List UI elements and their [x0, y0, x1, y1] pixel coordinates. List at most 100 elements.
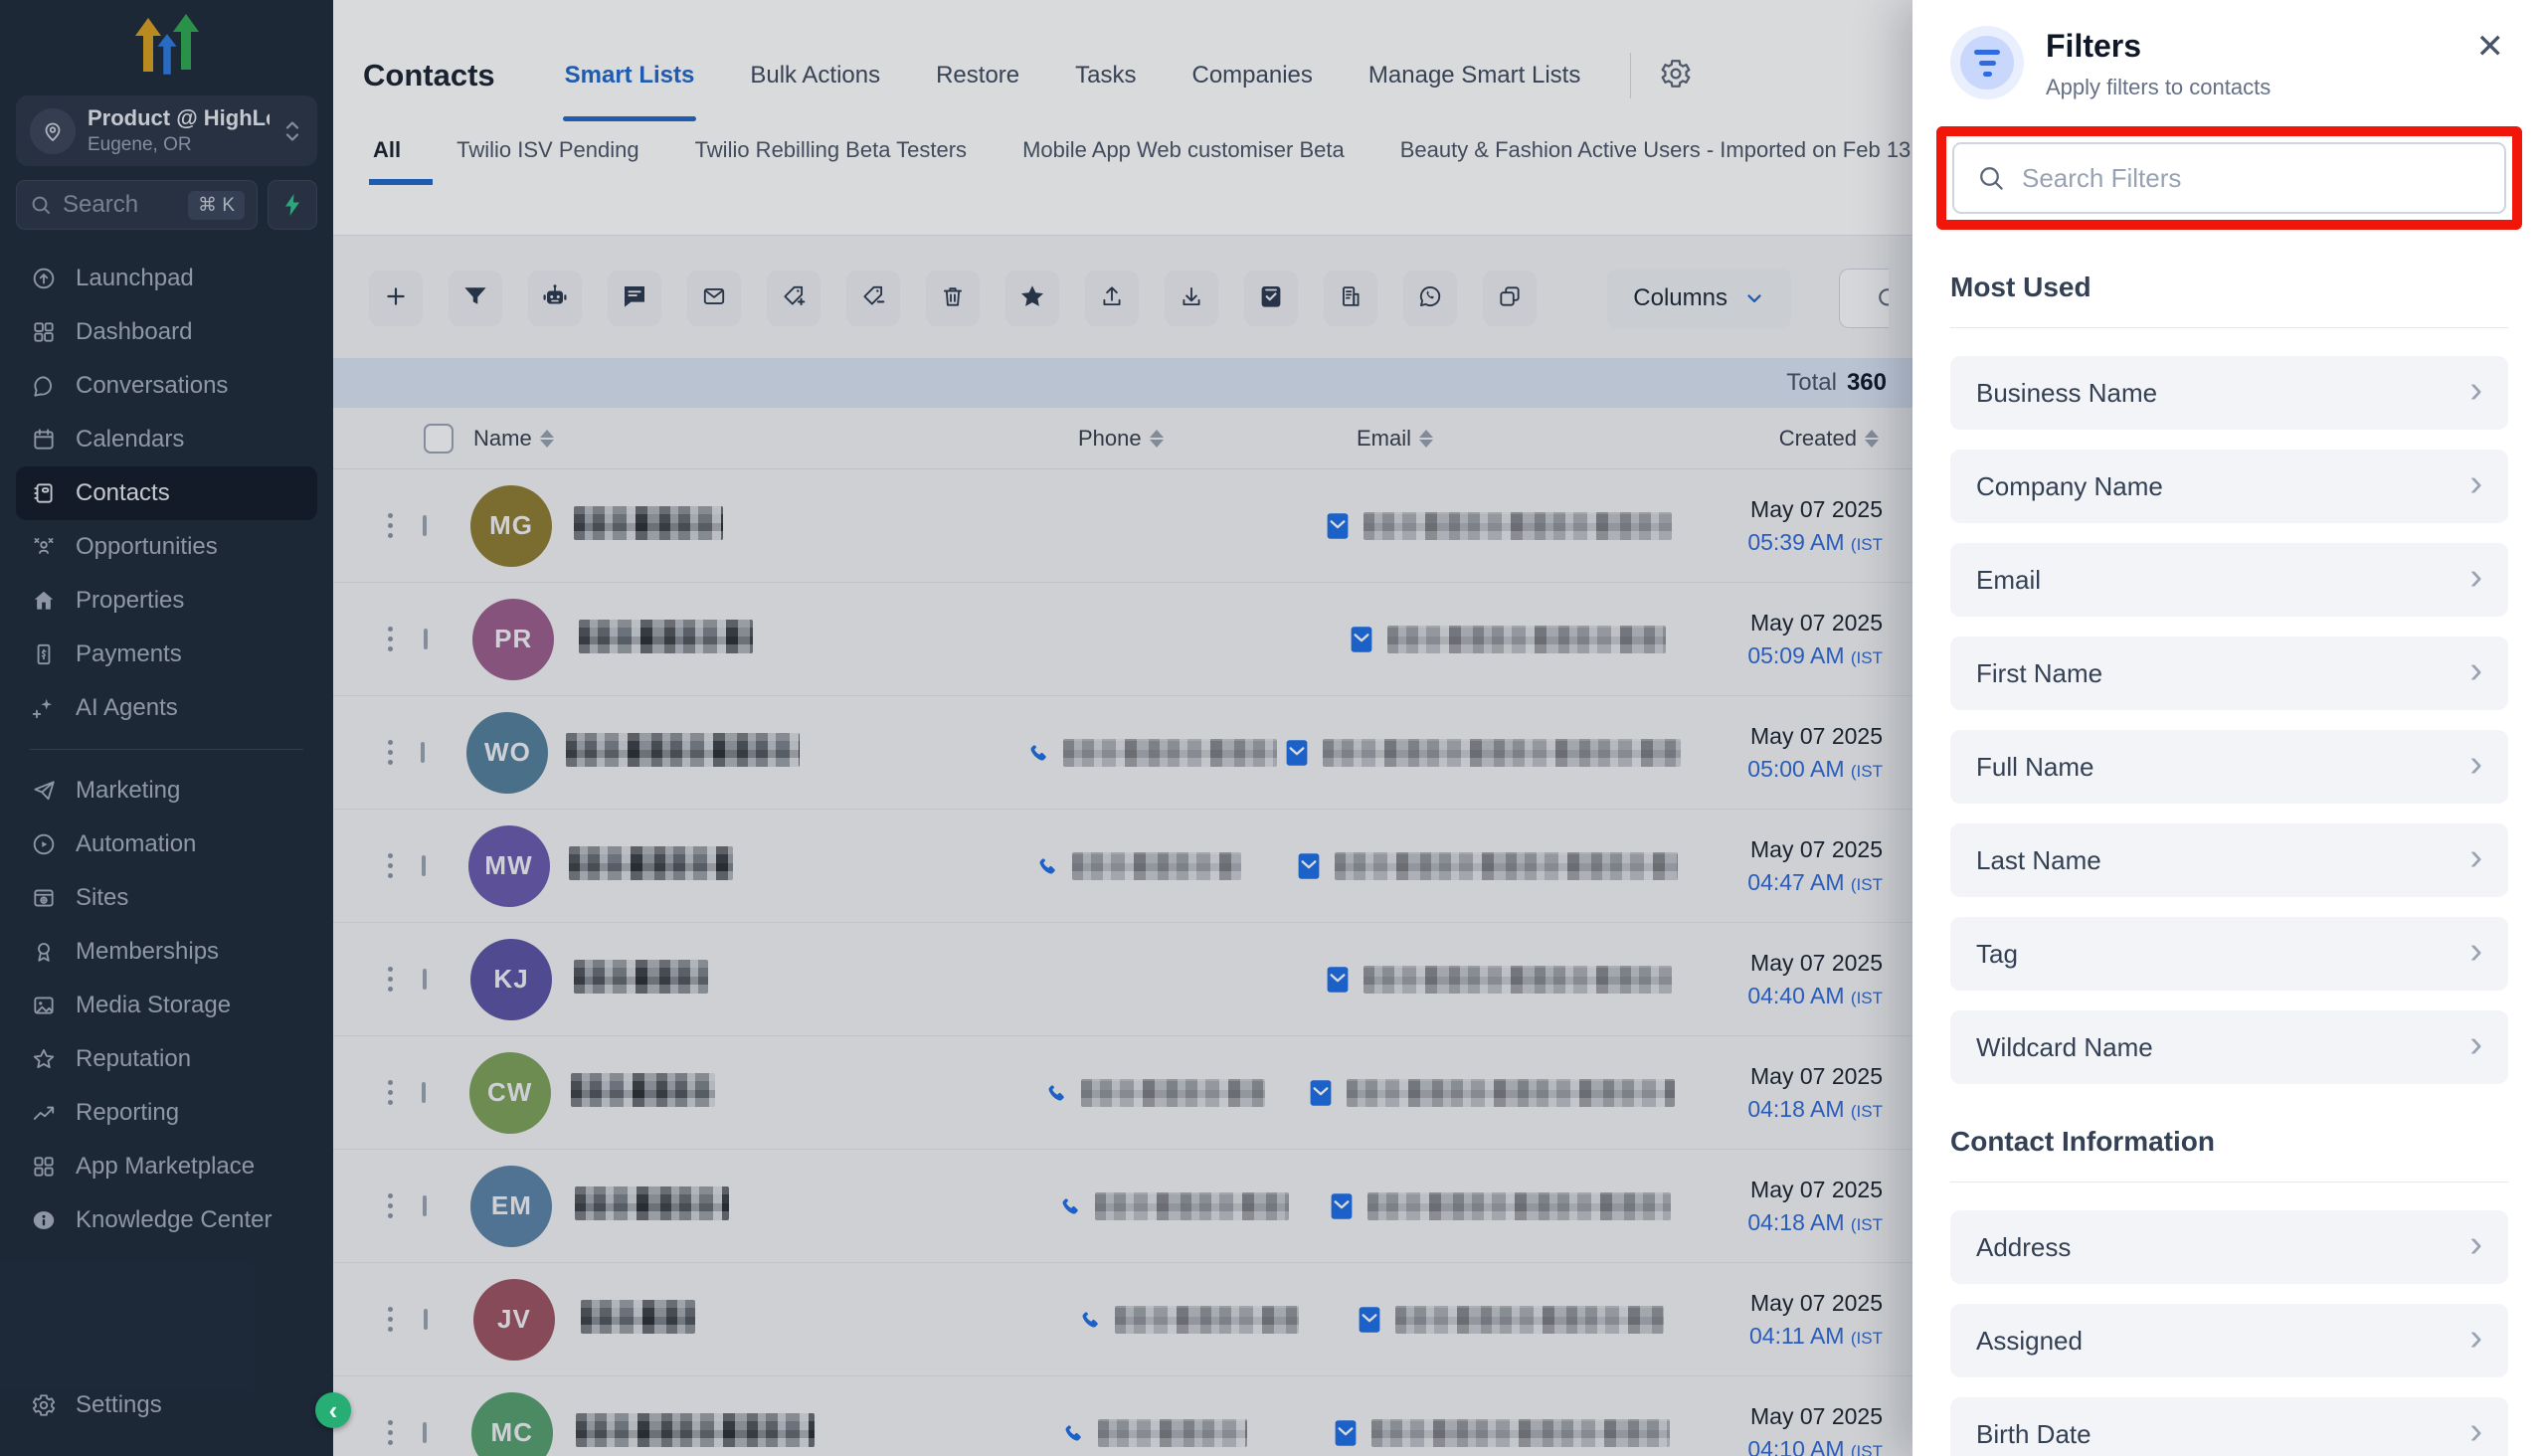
column-header-phone[interactable]: Phone — [1078, 426, 1142, 452]
whatsapp-button[interactable] — [1403, 271, 1457, 326]
row-checkbox[interactable] — [423, 969, 427, 990]
tab-companies[interactable]: Companies — [1190, 48, 1315, 103]
row-menu-icon[interactable] — [388, 967, 423, 992]
sidebar-item-knowledge-center[interactable]: Knowledge Center — [16, 1193, 317, 1247]
sidebar-item-payments[interactable]: Payments — [16, 628, 317, 681]
sidebar-item-reporting[interactable]: Reporting — [16, 1086, 317, 1140]
sort-icon[interactable] — [1150, 430, 1164, 448]
filter-button[interactable] — [449, 271, 502, 326]
row-checkbox[interactable] — [422, 855, 426, 876]
filter-item-business-name[interactable]: Business Name › — [1950, 356, 2508, 430]
sort-icon[interactable] — [540, 430, 554, 448]
row-menu-icon[interactable] — [388, 1420, 423, 1445]
search-contacts-button-partial[interactable] — [1839, 269, 1889, 328]
row-menu-icon[interactable] — [388, 627, 424, 651]
sidebar-item-ai-agents[interactable]: AI Agents — [16, 681, 317, 735]
row-menu-icon[interactable] — [388, 1307, 424, 1332]
filter-item-last-name[interactable]: Last Name › — [1950, 823, 2508, 897]
table-row[interactable]: MG May 07 2025 05:39 AM (IST — [333, 469, 1912, 583]
tab-smart-lists[interactable]: Smart Lists — [563, 48, 697, 103]
ai-bot-button[interactable] — [528, 271, 582, 326]
global-search-input[interactable]: Search ⌘ K — [16, 180, 258, 230]
email-button[interactable] — [687, 271, 741, 326]
add-button[interactable] — [369, 271, 423, 326]
tab-manage-smart-lists[interactable]: Manage Smart Lists — [1366, 48, 1582, 103]
filter-item-birth-date[interactable]: Birth Date › — [1950, 1397, 2508, 1456]
sidebar-item-media-storage[interactable]: Media Storage — [16, 979, 317, 1032]
sidebar-item-app-marketplace[interactable]: App Marketplace — [16, 1140, 317, 1193]
sidebar-item-settings[interactable]: Settings — [16, 1378, 317, 1432]
table-row[interactable]: PR May 07 2025 05:09 AM (IST — [333, 583, 1912, 696]
columns-dropdown[interactable]: Columns — [1607, 269, 1791, 328]
row-checkbox[interactable] — [423, 1195, 427, 1216]
table-row[interactable]: MC May 07 2025 04:10 AM (IST — [333, 1376, 1912, 1456]
merge-button[interactable] — [1483, 271, 1537, 326]
sidebar-item-conversations[interactable]: Conversations — [16, 359, 317, 413]
row-checkbox[interactable] — [421, 742, 425, 763]
sidebar-item-opportunities[interactable]: Opportunities — [16, 520, 317, 574]
row-menu-icon[interactable] — [388, 853, 422, 878]
sidebar-item-calendars[interactable]: Calendars — [16, 413, 317, 466]
filter-item-full-name[interactable]: Full Name › — [1950, 730, 2508, 804]
sort-icon[interactable] — [1419, 430, 1433, 448]
smart-list-tab-2[interactable]: Twilio Rebilling Beta Testers — [695, 137, 968, 185]
tag-add-button[interactable] — [767, 271, 820, 326]
row-menu-icon[interactable] — [388, 1193, 423, 1218]
favorite-button[interactable] — [1005, 271, 1059, 326]
table-row[interactable]: CW May 07 2025 04:18 AM (IST — [333, 1036, 1912, 1150]
smart-list-tab-1[interactable]: Twilio ISV Pending — [456, 137, 638, 185]
filters-search-input[interactable]: Search Filters — [1952, 142, 2506, 214]
table-row[interactable]: EM May 07 2025 04:18 AM (IST — [333, 1150, 1912, 1263]
tab-tasks[interactable]: Tasks — [1073, 48, 1138, 103]
import-button[interactable] — [1165, 271, 1218, 326]
sidebar-item-automation[interactable]: Automation — [16, 818, 317, 871]
filter-item-first-name[interactable]: First Name › — [1950, 637, 2508, 710]
email-verified-button[interactable] — [1244, 271, 1298, 326]
row-menu-icon[interactable] — [388, 740, 421, 765]
smart-list-tab-all[interactable]: All — [373, 137, 401, 185]
sidebar-item-contacts[interactable]: Contacts — [16, 466, 317, 520]
row-checkbox[interactable] — [423, 515, 427, 536]
quick-actions-button[interactable] — [268, 180, 317, 230]
sidebar-collapse-button[interactable]: ‹ — [315, 1392, 351, 1428]
filter-item-assigned[interactable]: Assigned › — [1950, 1304, 2508, 1377]
select-all-checkbox[interactable] — [424, 424, 454, 454]
company-report-button[interactable] — [1324, 271, 1377, 326]
table-row[interactable]: WO May 07 2025 05:00 AM (IST — [333, 696, 1912, 810]
filter-item-wildcard-name[interactable]: Wildcard Name › — [1950, 1010, 2508, 1084]
export-button[interactable] — [1085, 271, 1139, 326]
contacts-settings-button[interactable] — [1659, 57, 1693, 95]
filter-item-email[interactable]: Email › — [1950, 543, 2508, 617]
table-row[interactable]: KJ May 07 2025 04:40 AM (IST — [333, 923, 1912, 1036]
row-checkbox[interactable] — [424, 629, 428, 649]
filter-item-address[interactable]: Address › — [1950, 1210, 2508, 1284]
close-icon[interactable]: ✕ — [2472, 26, 2509, 68]
sidebar-item-dashboard[interactable]: Dashboard — [16, 305, 317, 359]
row-menu-icon[interactable] — [388, 1080, 422, 1105]
tab-restore[interactable]: Restore — [934, 48, 1021, 103]
sidebar-item-reputation[interactable]: Reputation — [16, 1032, 317, 1086]
row-menu-icon[interactable] — [388, 513, 423, 538]
row-checkbox[interactable] — [424, 1309, 428, 1330]
filter-item-tag[interactable]: Tag › — [1950, 917, 2508, 991]
sidebar-item-launchpad[interactable]: Launchpad — [16, 252, 317, 305]
sidebar-item-memberships[interactable]: Memberships — [16, 925, 317, 979]
smart-list-tab-3[interactable]: Mobile App Web customiser Beta — [1022, 137, 1345, 185]
column-header-created[interactable]: Created — [1779, 426, 1857, 452]
sms-button[interactable] — [608, 271, 661, 326]
sidebar-item-properties[interactable]: Properties — [16, 574, 317, 628]
row-checkbox[interactable] — [423, 1422, 427, 1443]
table-row[interactable]: MW May 07 2025 04:47 AM (IST — [333, 810, 1912, 923]
row-checkbox[interactable] — [422, 1082, 426, 1103]
tag-remove-button[interactable] — [846, 271, 900, 326]
sort-icon[interactable] — [1865, 430, 1879, 448]
account-switcher[interactable]: Product @ HighLevel Eugene, OR — [16, 95, 317, 166]
sidebar-item-sites[interactable]: Sites — [16, 871, 317, 925]
column-header-name[interactable]: Name — [473, 426, 532, 452]
tab-bulk-actions[interactable]: Bulk Actions — [748, 48, 882, 103]
table-row[interactable]: JV May 07 2025 04:11 AM (IST — [333, 1263, 1912, 1376]
delete-button[interactable] — [926, 271, 980, 326]
smart-list-tab-4[interactable]: Beauty & Fashion Active Users - Imported… — [1400, 137, 1912, 185]
filter-item-company-name[interactable]: Company Name › — [1950, 450, 2508, 523]
sidebar-item-marketing[interactable]: Marketing — [16, 764, 317, 818]
